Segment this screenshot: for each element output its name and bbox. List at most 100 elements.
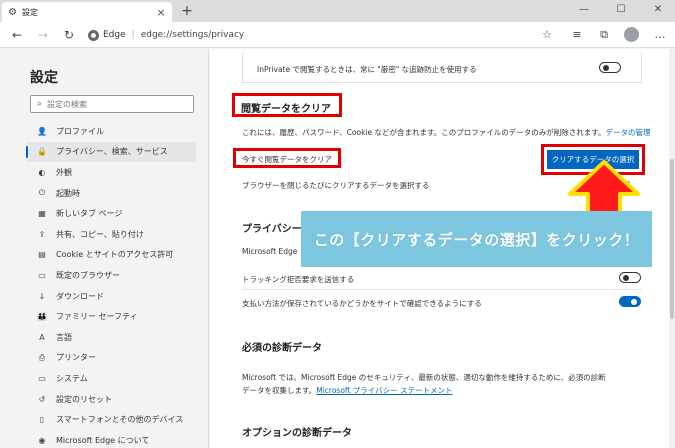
sidebar-item[interactable]: ▭ システム	[26, 368, 196, 389]
address-brand: Edge	[103, 30, 126, 40]
sidebar-item-label: 共有、コピー、貼り付け	[56, 229, 144, 239]
site-permissions-icon: ▤	[38, 250, 46, 260]
sidebar-item[interactable]: ⎙ プリンター	[26, 348, 196, 369]
new-tab-button[interactable]: +	[178, 2, 196, 20]
profile-avatar[interactable]	[624, 27, 639, 42]
dnt-toggle[interactable]	[619, 272, 641, 283]
favorite-star-icon[interactable]: ☆	[538, 26, 556, 44]
tab-strip: ⚙ 設定 × + — ☐ ✕	[0, 0, 675, 22]
lock-icon: 🔒	[37, 147, 47, 157]
sidebar-item[interactable]: ⇪ 共有、コピー、貼り付け	[26, 224, 196, 245]
sidebar-item[interactable]: 🔒 プライバシー、検索、サービス	[26, 141, 196, 163]
privacy-statement-link[interactable]: Microsoft プライバシー ステートメント	[316, 386, 452, 395]
newtab-icon: ▦	[38, 209, 46, 219]
sidebar-item[interactable]: A 言語	[26, 327, 196, 348]
annotation-callout: この【クリアするデータの選択】をクリック！	[301, 211, 652, 267]
edge-icon: ◉	[38, 435, 46, 445]
sidebar-item-label: 設定のリセット	[56, 394, 112, 404]
sidebar-item[interactable]: ◐ 外観	[26, 162, 196, 183]
settings-sidebar: 設定 ⌕ 👤 プロファイル 🔒 プライバシー、検索、サービス ◐ 外観 ⏻ 起動時 ▦ 新しいタブ…	[0, 49, 209, 448]
sidebar-item-label: スマートフォンとその他のデバイス	[56, 415, 184, 425]
system-icon: ▭	[38, 373, 46, 383]
clear-data-desc-text: これには、履歴、パスワード、Cookie などが含まれます。このプロファイルのデ…	[242, 128, 606, 137]
dnt-label: トラッキング拒否要求を送信する	[242, 275, 355, 284]
sidebar-item-label: 外観	[56, 167, 72, 177]
tab-settings[interactable]: ⚙ 設定 ×	[2, 2, 172, 22]
payment-label: 支払い方法が保存されているかどうかをサイトで確認できるようにする	[242, 299, 482, 308]
sidebar-item-label: 新しいタブ ページ	[56, 209, 123, 219]
forward-icon[interactable]: →	[34, 26, 52, 44]
language-icon: A	[39, 332, 45, 342]
payment-toggle[interactable]	[619, 296, 641, 307]
address-url[interactable]: edge://settings/privacy	[141, 30, 245, 40]
refresh-icon[interactable]: ↻	[60, 26, 78, 44]
scrollbar-thumb[interactable]	[670, 159, 674, 319]
sidebar-item-label: ファミリー セーフティ	[56, 312, 138, 322]
browser-toolbar: ← → ↻ Edge | edge://settings/privacy ☆ ≡…	[0, 22, 675, 48]
sidebar-item[interactable]: ▦ 新しいタブ ページ	[26, 203, 196, 224]
sidebar-item[interactable]: ↓ ダウンロード	[26, 286, 196, 307]
power-icon: ⏻	[38, 188, 46, 198]
sidebar-item-label: 言語	[56, 332, 72, 342]
printer-icon: ⎙	[38, 352, 46, 362]
download-icon: ↓	[38, 291, 46, 301]
share-icon: ⇪	[38, 229, 46, 239]
privacy-description: Microsoft Edge	[242, 247, 298, 256]
sidebar-item-label: ダウンロード	[56, 291, 104, 301]
phone-icon: ▯	[39, 415, 45, 425]
clear-on-close-label[interactable]: ブラウザーを閉じるたびにクリアするデータを選択する	[242, 180, 430, 191]
tab-title: 設定	[21, 7, 38, 17]
back-icon[interactable]: ←	[8, 26, 26, 44]
collections-icon[interactable]: ⧉	[595, 26, 613, 44]
sidebar-item[interactable]: ↺ 設定のリセット	[26, 389, 196, 410]
minimize-button[interactable]: —	[568, 0, 600, 22]
optional-diagnostic-heading: オプションの診断データ	[242, 428, 352, 439]
more-menu-icon[interactable]: …	[651, 26, 669, 44]
sidebar-item-label: プロファイル	[56, 126, 104, 136]
maximize-button[interactable]: ☐	[605, 0, 637, 22]
palette-icon: ◐	[38, 167, 46, 177]
sidebar-item[interactable]: 👪 ファミリー セーフティ	[26, 306, 196, 327]
favorites-icon[interactable]: ≡	[568, 26, 586, 44]
inprivate-label: InPrivate で閲覧するときは、常に "厳密" な追跡防止を使用する	[257, 65, 477, 74]
privacy-heading: プライバシー	[242, 224, 302, 235]
gear-icon: ⚙	[8, 6, 17, 18]
search-input[interactable]	[47, 99, 178, 109]
sidebar-item[interactable]: ▤ Cookie とサイトのアクセス許可	[26, 245, 196, 266]
address-separator: |	[131, 30, 135, 40]
clear-data-description: これには、履歴、パスワード、Cookie などが含まれます。このプロファイルのデ…	[242, 127, 651, 138]
sidebar-item-label: Cookie とサイトのアクセス許可	[56, 250, 174, 260]
sidebar-item[interactable]: 👤 プロファイル	[26, 121, 196, 142]
diagnostic-desc-line2: データを収集します。Microsoft プライバシー ステートメント	[242, 385, 453, 396]
edge-icon	[88, 29, 99, 41]
sidebar-item[interactable]: ◉ Microsoft Edge について	[26, 430, 196, 448]
window-close-button[interactable]: ✕	[642, 0, 674, 22]
person-icon: 👤	[37, 126, 47, 136]
diagnostic-desc-line1: Microsoft では、Microsoft Edge のセキュリティ、最新の状…	[242, 373, 606, 382]
sidebar-item-label: プリンター	[56, 353, 96, 363]
address-bar[interactable]: Edge | edge://settings/privacy	[88, 25, 568, 45]
content-scrollbar[interactable]	[669, 49, 675, 448]
tab-close-button[interactable]: ×	[154, 6, 168, 19]
sidebar-item[interactable]: ▭ 既定のブラウザー	[26, 265, 196, 286]
manage-data-link[interactable]: データの管理	[606, 128, 651, 137]
sidebar-item-label: プライバシー、検索、サービス	[56, 147, 168, 157]
reset-icon: ↺	[38, 394, 46, 404]
divider	[242, 289, 642, 290]
browser-icon: ▭	[38, 270, 46, 280]
sidebar-item-label: Microsoft Edge について	[56, 435, 150, 445]
settings-search[interactable]: ⌕	[30, 95, 194, 113]
search-icon: ⌕	[37, 99, 43, 109]
sidebar-item-label: システム	[56, 373, 88, 383]
clear-now-label: 今すぐ閲覧データをクリア	[242, 155, 332, 164]
sidebar-nav: 👤 プロファイル 🔒 プライバシー、検索、サービス ◐ 外観 ⏻ 起動時 ▦ 新しいタブ ページ ⇪…	[26, 121, 196, 448]
diagnostic-heading: 必須の診断データ	[242, 343, 322, 354]
family-icon: 👪	[37, 312, 47, 322]
sidebar-item[interactable]: ▯ スマートフォンとその他のデバイス	[26, 409, 196, 430]
clear-data-heading: 閲覧データをクリア	[241, 104, 331, 115]
inprivate-toggle[interactable]	[599, 62, 621, 73]
diagnostic-desc-text: データを収集します。	[242, 386, 317, 395]
sidebar-item-label: 起動時	[56, 188, 80, 198]
sidebar-item[interactable]: ⏻ 起動時	[26, 183, 196, 204]
inprivate-card: InPrivate で閲覧するときは、常に "厳密" な追跡防止を使用する	[242, 53, 642, 83]
